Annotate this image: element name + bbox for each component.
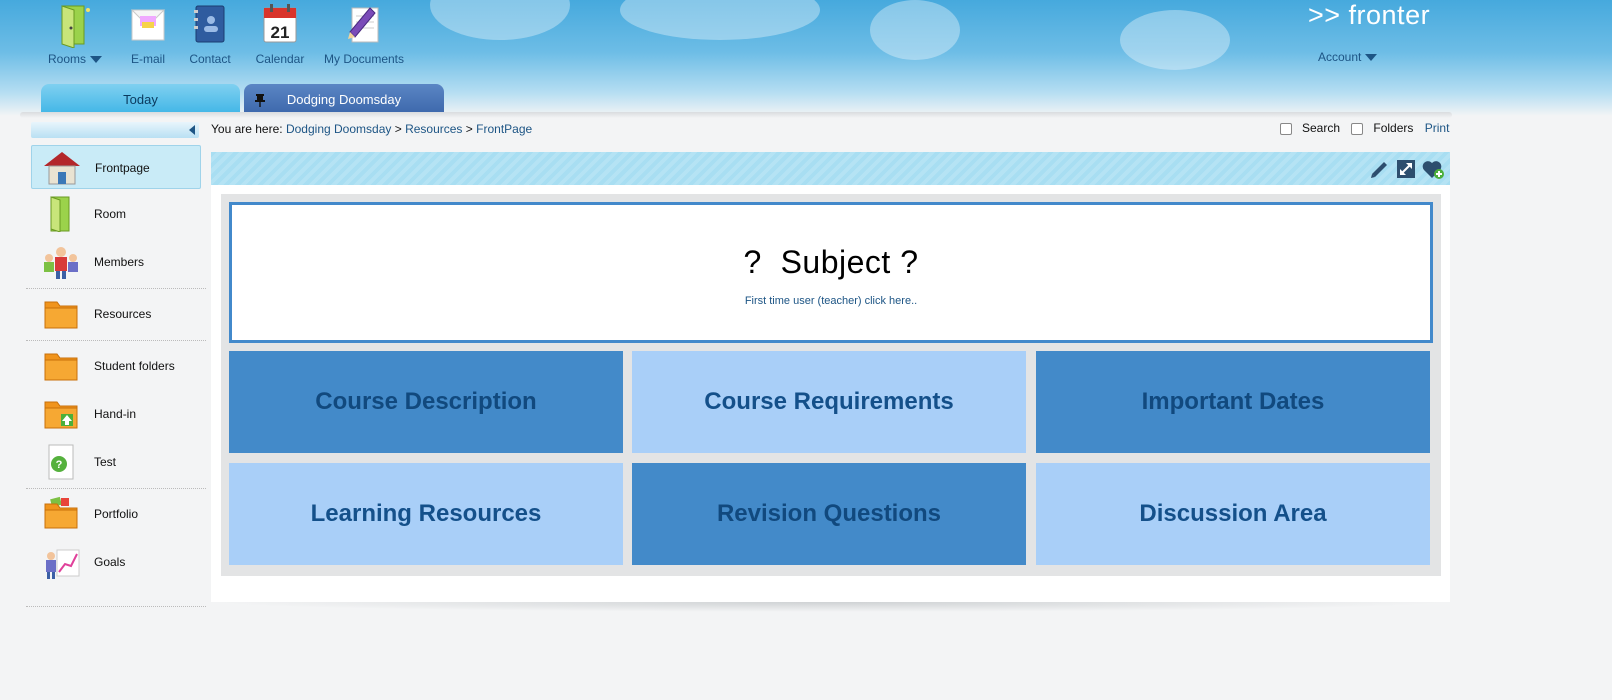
folders-label: Folders	[1373, 121, 1414, 135]
svg-text:?: ?	[56, 459, 63, 471]
print-link[interactable]: Print	[1425, 121, 1450, 135]
breadcrumb-link-room[interactable]: Dodging Doomsday	[286, 122, 391, 136]
cloud-decoration	[620, 0, 820, 40]
sidebar-item-frontpage[interactable]: Frontpage	[31, 145, 201, 189]
nav-email[interactable]: E-mail	[120, 0, 176, 70]
chevron-left-icon	[189, 125, 195, 135]
tile-learning-resources[interactable]: Learning Resources	[229, 463, 623, 565]
nav-calendar[interactable]: 21 Calendar	[250, 0, 310, 70]
folder-icon	[44, 301, 78, 329]
sidebar-item-label: Resources	[94, 307, 152, 321]
sidebar-item-label: Members	[94, 255, 145, 269]
tab-today-label: Today	[123, 92, 158, 107]
first-time-user-link[interactable]: First time user (teacher) click here..	[232, 295, 1430, 307]
sidebar-divider	[26, 488, 206, 489]
tile-label: Discussion Area	[1139, 500, 1327, 527]
fronter-logo[interactable]: >> fronter	[1308, 0, 1430, 31]
calendar-icon: 21	[263, 4, 297, 43]
sidebar-item-portfolio[interactable]: Portfolio	[31, 492, 201, 536]
sidebar-item-label: Student folders	[94, 359, 175, 373]
tile-discussion-area[interactable]: Discussion Area	[1036, 463, 1430, 565]
people-icon	[44, 247, 78, 279]
tile-course-requirements[interactable]: Course Requirements	[632, 351, 1026, 453]
search-checkbox[interactable]	[1280, 122, 1292, 135]
nav-contact[interactable]: Contact	[185, 0, 235, 70]
panel-shadow	[211, 602, 1450, 612]
sidebar-divider	[26, 340, 206, 341]
sidebar-item-goals[interactable]: Goals	[31, 540, 201, 584]
chevron-down-icon	[90, 56, 102, 64]
test-document-icon: ?	[48, 444, 74, 480]
pin-icon[interactable]	[254, 93, 266, 107]
sidebar-item-label: Portfolio	[94, 507, 139, 521]
tab-room-label: Dodging Doomsday	[286, 92, 402, 107]
sidebar-divider	[26, 606, 206, 607]
tile-revision-questions[interactable]: Revision Questions	[632, 463, 1026, 565]
document-pen-icon	[348, 7, 379, 43]
sidebar-item-hand-in[interactable]: Hand-in	[31, 392, 201, 436]
breadcrumb-separator: >	[465, 122, 473, 136]
search-label: Search	[1302, 121, 1341, 135]
nav-rooms-label: Rooms	[40, 52, 110, 66]
header-divider	[20, 112, 1452, 118]
sidebar-item-label: Goals	[94, 555, 126, 569]
sidebar-item-student-folders[interactable]: Student folders	[31, 344, 201, 388]
nav-contact-label: Contact	[189, 52, 231, 66]
panel-toolbar	[211, 152, 1450, 185]
breadcrumb-separator: >	[394, 122, 402, 136]
sidebar-divider	[26, 288, 206, 289]
tile-label: Important Dates	[1141, 388, 1325, 415]
tile-important-dates[interactable]: Important Dates	[1036, 351, 1430, 453]
frontpage-frame: ? Subject ? First time user (teacher) cl…	[221, 194, 1441, 576]
tile-label: Course Requirements	[704, 388, 954, 415]
favorite-add-icon[interactable]	[1421, 158, 1445, 180]
cloud-decoration	[870, 0, 960, 60]
breadcrumb-link-frontpage[interactable]: FrontPage	[476, 122, 532, 136]
sidebar-item-members[interactable]: Members	[31, 240, 201, 284]
nav-calendar-label: Calendar	[255, 52, 305, 66]
account-menu[interactable]: Account	[1318, 50, 1378, 64]
goals-chart-icon	[46, 549, 80, 579]
pencil-icon[interactable]	[1369, 158, 1391, 180]
nav-my-documents-label: My Documents	[323, 52, 405, 66]
folder-upload-icon	[44, 401, 78, 429]
nav-rooms[interactable]: Rooms	[40, 0, 110, 70]
breadcrumb-link-resources[interactable]: Resources	[405, 122, 462, 136]
sidebar-item-label: Frontpage	[95, 161, 150, 175]
tile-label: Learning Resources	[310, 500, 542, 527]
sidebar-item-label: Hand-in	[94, 407, 137, 421]
nav-email-label: E-mail	[130, 52, 165, 66]
tile-course-description[interactable]: Course Description	[229, 351, 623, 453]
cloud-decoration	[430, 0, 570, 40]
chevron-down-icon	[1365, 54, 1378, 62]
subject-header: ? Subject ? First time user (teacher) cl…	[229, 202, 1433, 343]
sidebar-collapse-button[interactable]	[31, 122, 199, 138]
content-panel: ? Subject ? First time user (teacher) cl…	[211, 152, 1450, 602]
account-label: Account	[1318, 50, 1362, 64]
page-tools: Search Folders Print	[1280, 121, 1449, 135]
sidebar-item-room[interactable]: Room	[31, 192, 201, 236]
door-icon	[50, 196, 70, 232]
sidebar-item-resources[interactable]: Resources	[31, 292, 201, 336]
cloud-decoration	[1120, 10, 1230, 70]
address-book-icon	[194, 5, 225, 43]
svg-text:21: 21	[271, 23, 290, 42]
sidebar-item-test[interactable]: ? Test	[31, 440, 201, 484]
door-icon	[61, 5, 90, 48]
folder-icon	[44, 353, 78, 381]
envelope-icon	[130, 9, 166, 41]
breadcrumb: You are here: Dodging Doomsday > Resourc…	[211, 122, 532, 136]
sidebar-item-label: Room	[94, 207, 127, 221]
tile-label: Revision Questions	[716, 500, 942, 527]
page-title: ? Subject ?	[743, 244, 919, 280]
folders-checkbox[interactable]	[1351, 122, 1364, 135]
header: Rooms E-mail Contact 21 Calendar My Docu…	[0, 0, 1612, 116]
nav-my-documents[interactable]: My Documents	[323, 0, 405, 70]
sidebar-item-label: Test	[94, 455, 117, 469]
house-icon	[44, 152, 80, 185]
expand-icon[interactable]	[1395, 158, 1417, 180]
tile-label: Course Description	[315, 388, 537, 415]
portfolio-folder-icon	[44, 496, 78, 529]
breadcrumb-prefix: You are here:	[211, 122, 283, 136]
